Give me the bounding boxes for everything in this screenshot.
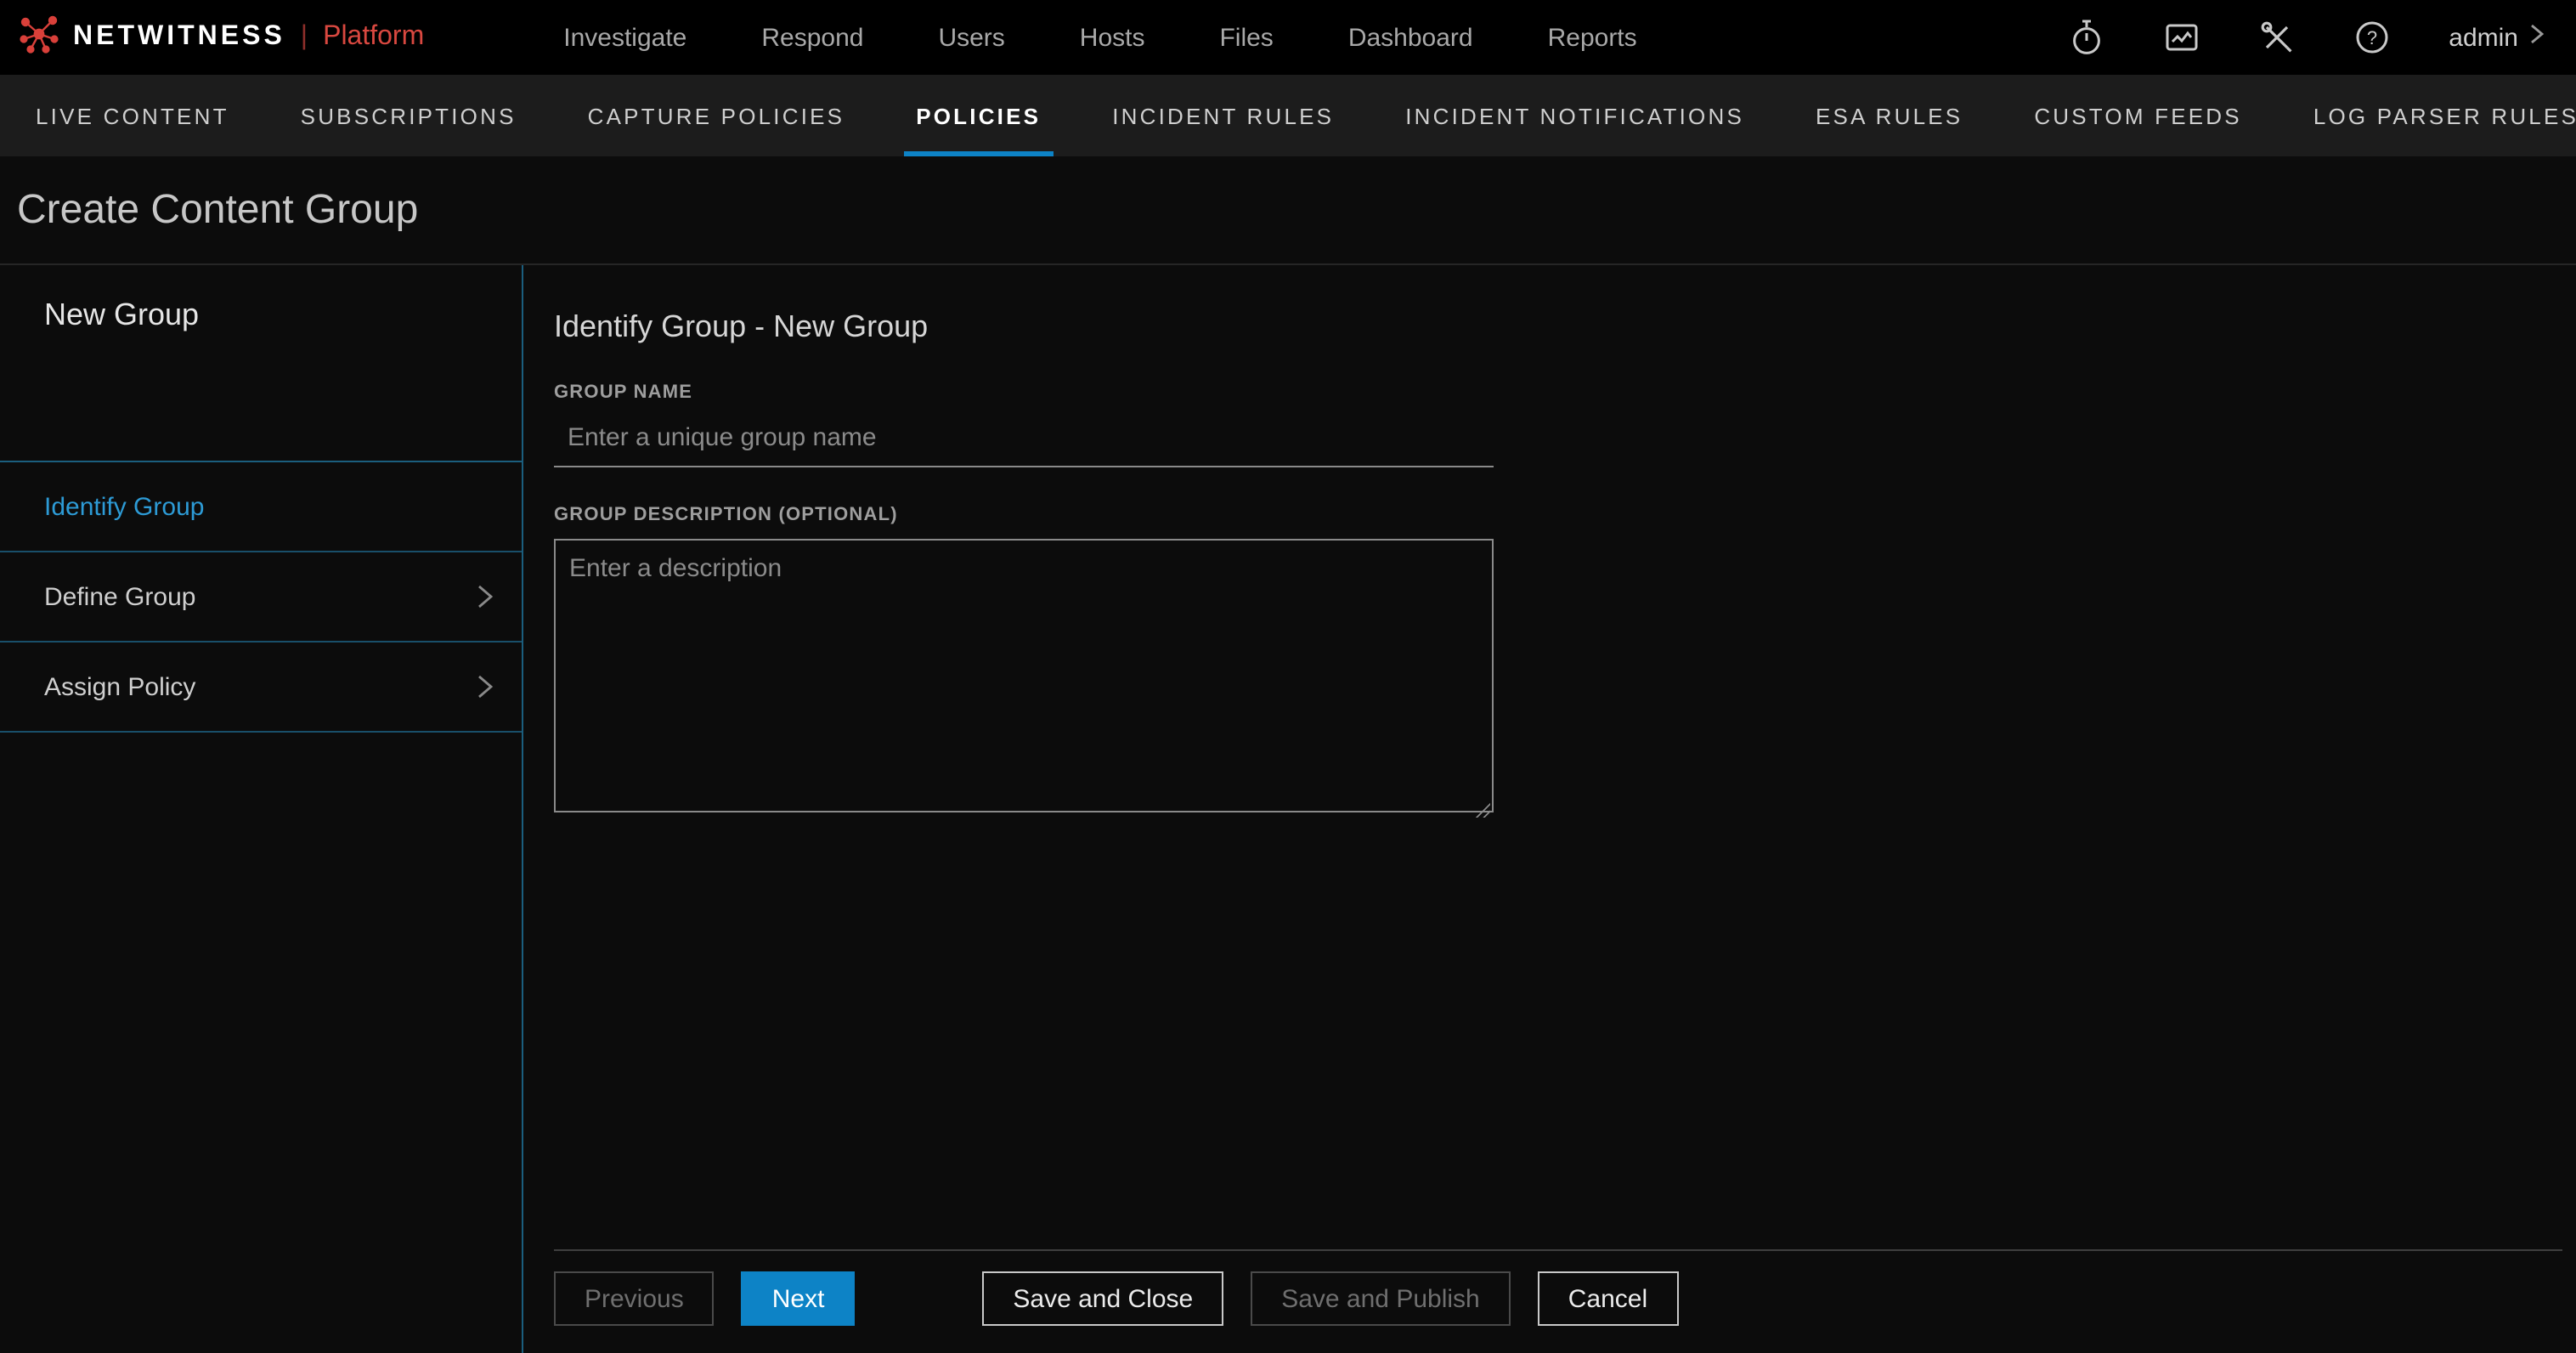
top-bar-actions: ? admin	[2054, 12, 2576, 63]
previous-button: Previous	[554, 1271, 715, 1326]
wizard-group-header: New Group	[0, 265, 522, 462]
wizard-footer: Previous Next Save and Close Save and Pu…	[554, 1251, 2562, 1353]
top-nav-users[interactable]: Users	[901, 0, 1042, 75]
top-nav-hosts[interactable]: Hosts	[1042, 0, 1183, 75]
user-menu[interactable]: admin	[2435, 22, 2545, 53]
group-name-input[interactable]	[554, 410, 1494, 467]
wizard-sidebar: New Group Identify Group Define Group As…	[0, 265, 523, 1353]
top-nav-reports[interactable]: Reports	[1511, 0, 1675, 75]
save-and-publish-button: Save and Publish	[1251, 1271, 1511, 1326]
tab-esa-rules[interactable]: ESA RULES	[1780, 75, 1998, 156]
tab-log-parser-rules[interactable]: LOG PARSER RULES	[2278, 75, 2576, 156]
netwitness-logo-icon	[17, 11, 61, 64]
tools-icon[interactable]	[2245, 12, 2309, 63]
tab-policies[interactable]: POLICIES	[880, 75, 1076, 156]
tab-custom-feeds[interactable]: CUSTOM FEEDS	[1998, 75, 2278, 156]
top-nav-respond[interactable]: Respond	[724, 0, 901, 75]
page-title-bar: Create Content Group	[0, 156, 2576, 265]
group-description-textarea[interactable]	[554, 539, 1494, 812]
tab-capture-policies[interactable]: CAPTURE POLICIES	[552, 75, 881, 156]
identify-group-panel: Identify Group - New Group GROUP NAME GR…	[523, 265, 2576, 1353]
timer-icon[interactable]	[2054, 12, 2119, 63]
chevron-right-icon	[474, 581, 494, 612]
top-nav-dashboard[interactable]: Dashboard	[1311, 0, 1511, 75]
step-assign-policy[interactable]: Assign Policy	[0, 643, 522, 733]
tab-incident-notifications[interactable]: INCIDENT NOTIFICATIONS	[1370, 75, 1780, 156]
page-title: Create Content Group	[0, 186, 418, 234]
netwitness-logo[interactable]: NETWITNESS | Platform	[0, 11, 448, 64]
secondary-nav: LIVE CONTENT SUBSCRIPTIONS CAPTURE POLIC…	[0, 75, 2576, 156]
form-title: Identify Group - New Group	[554, 309, 2562, 345]
top-nav-investigate[interactable]: Investigate	[526, 0, 724, 75]
jobs-panel-icon[interactable]	[2149, 12, 2214, 63]
step-label: Assign Policy	[44, 672, 195, 701]
save-and-close-button[interactable]: Save and Close	[982, 1271, 1223, 1326]
svg-text:?: ?	[2367, 27, 2377, 48]
chevron-right-icon	[474, 671, 494, 702]
brand-product: Platform	[323, 22, 424, 53]
chevron-right-icon	[2528, 22, 2545, 53]
top-nav: Investigate Respond Users Hosts Files Da…	[526, 0, 1674, 75]
tab-incident-rules[interactable]: INCIDENT RULES	[1076, 75, 1370, 156]
wizard-group-title: New Group	[44, 297, 522, 333]
user-name: admin	[2449, 23, 2518, 52]
next-button[interactable]: Next	[742, 1271, 856, 1326]
top-bar: NETWITNESS | Platform Investigate Respon…	[0, 0, 2576, 75]
step-label: Define Group	[44, 582, 195, 611]
help-icon[interactable]: ?	[2340, 12, 2404, 63]
step-label: Identify Group	[44, 492, 204, 521]
cancel-button[interactable]: Cancel	[1538, 1271, 1678, 1326]
group-name-label: GROUP NAME	[554, 382, 2562, 403]
step-define-group[interactable]: Define Group	[0, 552, 522, 643]
top-nav-files[interactable]: Files	[1182, 0, 1310, 75]
tab-subscriptions[interactable]: SUBSCRIPTIONS	[265, 75, 552, 156]
tab-live-content[interactable]: LIVE CONTENT	[0, 75, 265, 156]
brand-separator: |	[301, 22, 308, 53]
step-identify-group[interactable]: Identify Group	[0, 462, 522, 552]
brand-name: NETWITNESS	[73, 22, 285, 53]
group-description-label: GROUP DESCRIPTION (OPTIONAL)	[554, 505, 2562, 525]
